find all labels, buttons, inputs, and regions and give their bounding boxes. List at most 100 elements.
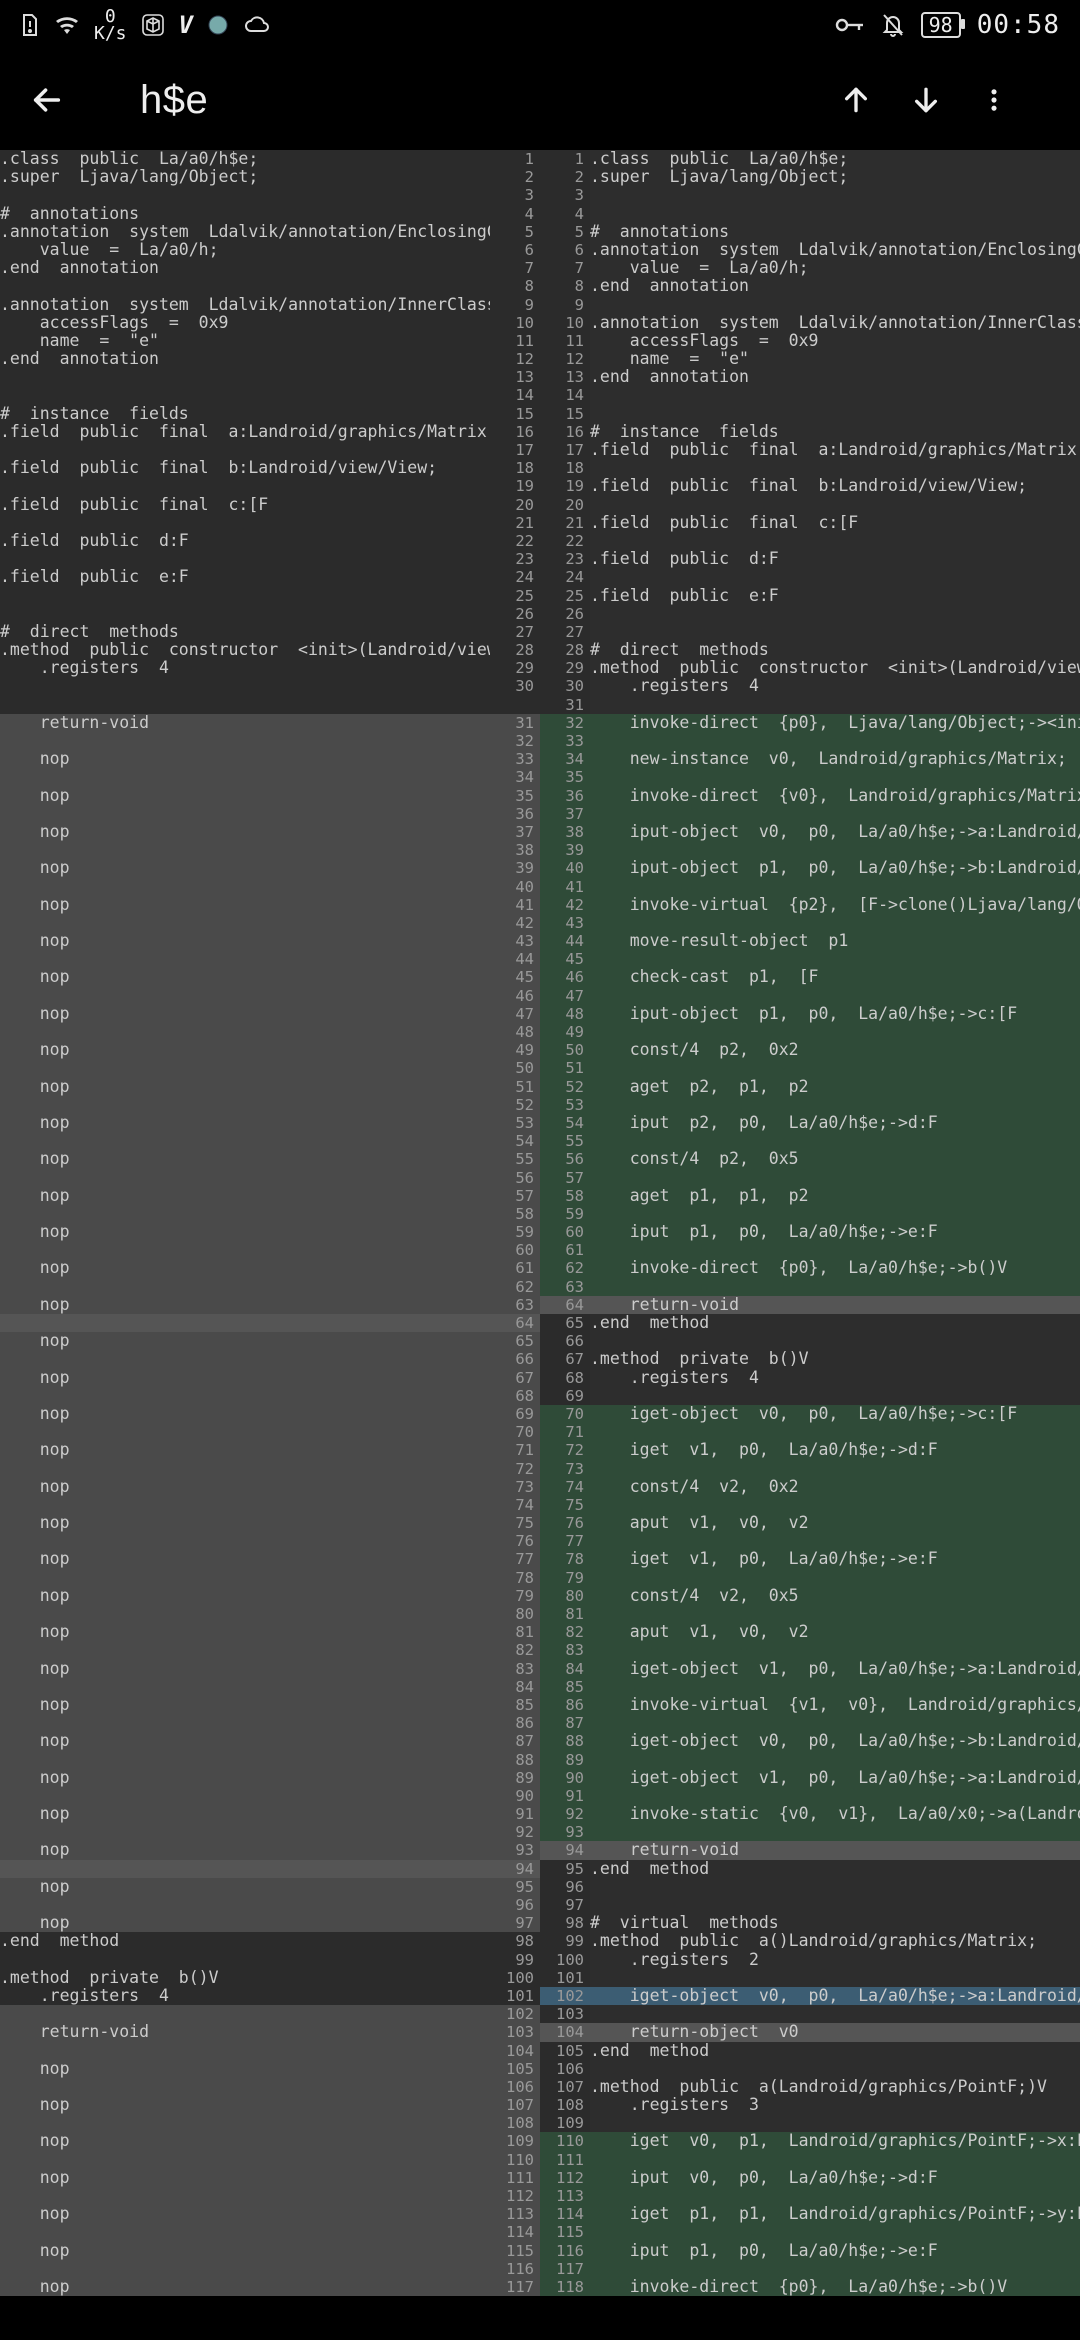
code-line[interactable]: nop: [0, 2060, 490, 2078]
code-line[interactable]: [0, 1096, 490, 1114]
code-line[interactable]: nop: [0, 1296, 490, 1314]
code-line[interactable]: [0, 805, 490, 823]
code-line[interactable]: iput p1, p0, La/a0/h$e;->e:F: [590, 2242, 1080, 2260]
code-line[interactable]: [590, 1969, 1080, 1987]
code-line[interactable]: [0, 605, 490, 623]
code-line[interactable]: [0, 2151, 490, 2169]
code-line[interactable]: [590, 459, 1080, 477]
code-line[interactable]: invoke-direct {v0}, Landroid/graphics/Ma…: [590, 787, 1080, 805]
code-line[interactable]: [590, 841, 1080, 859]
code-line[interactable]: .field public e:F: [590, 587, 1080, 605]
code-line[interactable]: [590, 1787, 1080, 1805]
code-line[interactable]: iput-object p1, p0, La/a0/h$e;->b:Landro…: [590, 859, 1080, 877]
code-line[interactable]: [0, 1059, 490, 1077]
code-line[interactable]: [0, 878, 490, 896]
code-line[interactable]: nop: [0, 1041, 490, 1059]
code-line[interactable]: [590, 1460, 1080, 1478]
code-line[interactable]: [590, 496, 1080, 514]
code-line[interactable]: [0, 1860, 490, 1878]
code-line[interactable]: [590, 878, 1080, 896]
code-line[interactable]: .annotation system Ldalvik/annotation/En…: [0, 223, 490, 241]
code-line[interactable]: [0, 1896, 490, 1914]
code-line[interactable]: return-object v0: [590, 2023, 1080, 2041]
code-line[interactable]: [590, 805, 1080, 823]
code-line[interactable]: aput v1, v0, v2: [590, 1623, 1080, 1641]
code-line[interactable]: [590, 1496, 1080, 1514]
code-line[interactable]: invoke-direct {p0}, La/a0/h$e;->b()V: [590, 2278, 1080, 2296]
code-line[interactable]: invoke-direct {p0}, La/a0/h$e;->b()V: [590, 1259, 1080, 1277]
code-line[interactable]: .field public final b:Landroid/view/View…: [590, 477, 1080, 495]
code-line[interactable]: nop: [0, 1369, 490, 1387]
code-line[interactable]: [0, 386, 490, 404]
code-line[interactable]: iput v0, p0, La/a0/h$e;->d:F: [590, 2169, 1080, 2187]
code-line[interactable]: return-void: [0, 2023, 490, 2041]
code-line[interactable]: return-void: [590, 1296, 1080, 1314]
code-line[interactable]: [590, 1896, 1080, 1914]
code-line[interactable]: [0, 514, 490, 532]
code-line[interactable]: nop: [0, 2096, 490, 2114]
code-line[interactable]: nop: [0, 932, 490, 950]
code-line[interactable]: [0, 768, 490, 786]
code-line[interactable]: [590, 1132, 1080, 1150]
code-line[interactable]: .annotation system Ldalvik/annotation/In…: [0, 296, 490, 314]
code-line[interactable]: [590, 1241, 1080, 1259]
code-line[interactable]: [590, 2260, 1080, 2278]
code-line[interactable]: .field public final a:Landroid/graphics/…: [590, 441, 1080, 459]
code-line[interactable]: [0, 1951, 490, 1969]
code-line[interactable]: .registers 2: [590, 1951, 1080, 1969]
code-line[interactable]: [0, 696, 490, 714]
code-line[interactable]: [590, 1878, 1080, 1896]
code-line[interactable]: iput-object p1, p0, La/a0/h$e;->c:[F: [590, 1005, 1080, 1023]
code-line[interactable]: nop: [0, 2205, 490, 2223]
code-line[interactable]: [0, 1423, 490, 1441]
code-line[interactable]: [0, 677, 490, 695]
code-line[interactable]: new-instance v0, Landroid/graphics/Matri…: [590, 750, 1080, 768]
code-line[interactable]: nop: [0, 1223, 490, 1241]
code-line[interactable]: [0, 1641, 490, 1659]
code-line[interactable]: nop: [0, 1623, 490, 1641]
code-line[interactable]: nop: [0, 1259, 490, 1277]
code-line[interactable]: const/4 p2, 0x2: [590, 1041, 1080, 1059]
code-line[interactable]: [0, 277, 490, 295]
code-line[interactable]: # virtual methods: [590, 1914, 1080, 1932]
code-line[interactable]: [590, 2151, 1080, 2169]
code-line[interactable]: iget-object v1, p0, La/a0/h$e;->a:Landro…: [590, 1660, 1080, 1678]
code-line[interactable]: nop: [0, 1478, 490, 1496]
code-line[interactable]: [0, 441, 490, 459]
code-line[interactable]: [0, 2078, 490, 2096]
code-line[interactable]: invoke-direct {p0}, Ljava/lang/Object;->…: [590, 714, 1080, 732]
code-line[interactable]: nop: [0, 1878, 490, 1896]
code-line[interactable]: nop: [0, 1914, 490, 1932]
code-line[interactable]: iget v1, p0, La/a0/h$e;->e:F: [590, 1550, 1080, 1568]
code-line[interactable]: .method private b()V: [0, 1969, 490, 1987]
code-line[interactable]: [590, 914, 1080, 932]
code-line[interactable]: nop: [0, 1332, 490, 1350]
code-line[interactable]: .field public final a:Landroid/graphics/…: [0, 423, 490, 441]
code-line[interactable]: # annotations: [0, 205, 490, 223]
code-line[interactable]: [590, 186, 1080, 204]
code-line[interactable]: iput p1, p0, La/a0/h$e;->e:F: [590, 1223, 1080, 1241]
code-line[interactable]: nop: [0, 2278, 490, 2296]
code-line[interactable]: [590, 568, 1080, 586]
code-line[interactable]: [0, 1569, 490, 1587]
code-line[interactable]: iput-object v0, p0, La/a0/h$e;->a:Landro…: [590, 823, 1080, 841]
code-line[interactable]: [0, 1387, 490, 1405]
code-line[interactable]: .super Ljava/lang/Object;: [0, 168, 490, 186]
code-line[interactable]: .field public d:F: [590, 550, 1080, 568]
code-line[interactable]: nop: [0, 1550, 490, 1568]
code-line[interactable]: nop: [0, 750, 490, 768]
code-line[interactable]: # instance fields: [0, 405, 490, 423]
code-line[interactable]: .end method: [590, 1860, 1080, 1878]
code-line[interactable]: [0, 841, 490, 859]
code-line[interactable]: .annotation system Ldalvik/annotation/In…: [590, 314, 1080, 332]
code-line[interactable]: iget-object v1, p0, La/a0/h$e;->a:Landro…: [590, 1769, 1080, 1787]
back-button[interactable]: [30, 83, 100, 117]
code-line[interactable]: nop: [0, 1114, 490, 1132]
code-line[interactable]: [590, 950, 1080, 968]
code-line[interactable]: nop: [0, 1187, 490, 1205]
code-line[interactable]: .registers 4: [590, 1369, 1080, 1387]
code-line[interactable]: accessFlags = 0x9: [590, 332, 1080, 350]
code-line[interactable]: value = La/a0/h;: [590, 259, 1080, 277]
code-line[interactable]: [590, 1169, 1080, 1187]
code-line[interactable]: invoke-virtual {v1, v0}, Landroid/graphi…: [590, 1696, 1080, 1714]
